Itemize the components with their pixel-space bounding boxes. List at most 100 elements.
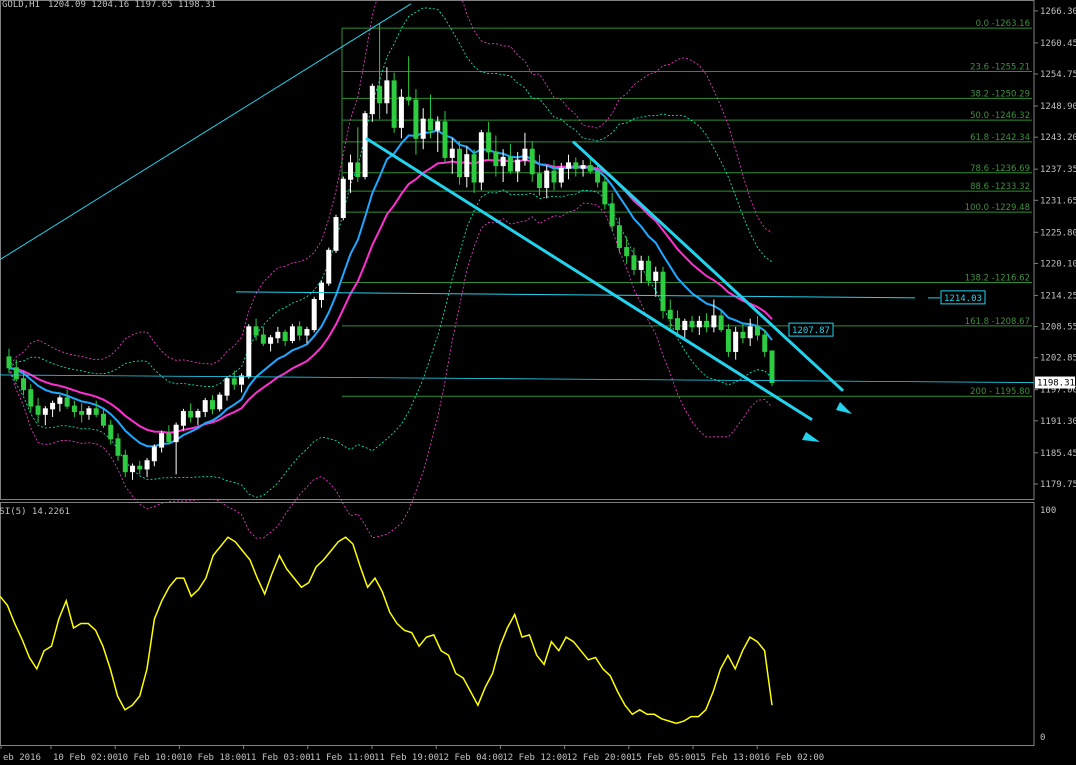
arrowhead-upper [836,402,852,414]
bb-lower-inner [8,189,773,498]
price-tick-label: 1220.10 [1040,259,1076,269]
bear-candle [108,424,114,440]
fib-level-label: 100.0 -1229.48 [965,203,1030,213]
time-tick-label: 16 Feb 02:00 [759,753,824,763]
bear-candle [762,334,768,352]
bull-candle [195,411,201,418]
bull-candle [86,408,92,415]
symbol-label: GOLD,H1 [2,0,40,10]
fib-level-label: 88.6 -1233.32 [970,182,1030,192]
bull-candle [522,148,528,161]
time-tick-label: 15 Feb 05:00 [631,753,696,763]
bull-candle [130,465,136,473]
channel-lower-arrow [365,137,813,422]
time-tick-label: 10 Feb 18:00 [181,753,246,763]
price-tick-label: 1260.45 [1040,39,1076,49]
candlesticks [6,23,775,480]
bear-candle [166,432,172,443]
rsi-line [0,536,773,725]
fib-level-label: 138.2 -1216.62 [965,273,1030,283]
bear-candle [609,203,615,227]
price-tag-label: 1207.87 [792,326,830,336]
bull-candle [202,400,208,413]
bear-candle [427,118,433,131]
price-tick-label: 1237.35 [1040,165,1076,175]
time-tick-label: 10 Feb 10:00 [117,753,182,763]
bull-candle [653,271,659,281]
bear-candle [79,411,85,415]
bear-candle [35,405,41,415]
bear-candle [718,315,724,331]
bear-candle [122,454,128,473]
bull-candle [180,411,186,426]
ohlc-label: 1204.09 1204.16 1197.65 1198.31 [48,0,216,10]
bear-candle [529,148,535,175]
rsi-title: RSI(5) 14.2261 [0,507,70,517]
bear-candle [28,389,34,407]
bull-candle [464,154,470,178]
rsi-tick-label: 100 [1040,506,1056,516]
bear-candle [93,408,99,415]
bull-candle [435,121,441,131]
main-pane-frame [0,0,1035,500]
bear-candle [71,405,77,413]
bull-candle [384,80,390,104]
bull-candle [733,331,739,352]
horizontal-resistance-line [235,291,916,299]
time-tick-label: eb 2016 [3,753,41,763]
fib-level-label: 23.6 -1255.21 [970,63,1030,73]
bear-candle [253,326,259,336]
fib-level-label: 61.8 -1242.34 [970,133,1030,143]
bull-candle [173,424,179,443]
bull-candle [50,402,56,410]
chart-canvas: 0.0 -1263.16 23.6 -1255.21 38.2 -1250.29 50… [0,0,1076,763]
bull-candle [566,162,572,169]
bear-candle [442,121,448,158]
bear-candle [413,99,419,139]
bear-candle [377,85,383,104]
bear-candle [231,378,237,385]
bull-candle [449,148,455,158]
price-tag-label: 1214.03 [944,294,982,304]
bull-candle [711,315,717,328]
rsi-series [0,536,773,725]
bear-candle [282,331,288,342]
bear-candle [493,151,499,167]
bull-candle [268,337,274,344]
price-tick-label: 1185.45 [1040,449,1076,459]
fib-level-label: 0.0 -1263.16 [976,19,1030,29]
bull-candle [638,260,644,270]
bear-candle [209,400,215,410]
bear-candle [100,413,106,426]
bear-candle [704,320,710,328]
bb-upper-inner [8,7,773,388]
bear-candle [355,162,361,178]
bear-candle [616,225,622,249]
bb-upper-outer [8,0,773,369]
bull-candle [515,159,521,172]
bull-candle [318,282,324,301]
price-tick-label: 1266.30 [1040,7,1076,17]
bear-candle [624,247,630,257]
bull-candle [57,397,63,404]
bull-candle [696,320,702,328]
bear-candle [602,181,608,205]
bear-candle [486,132,492,153]
bear-candle [21,378,27,391]
bull-candle [311,299,317,331]
price-tick-label: 1225.80 [1040,228,1076,238]
bear-candle [573,162,579,169]
bull-candle [304,329,310,336]
bear-candle [137,465,143,470]
bull-candle [369,85,375,115]
bear-candle [631,255,637,270]
bear-candle [645,260,651,281]
bear-candle [667,309,673,320]
bull-candle [144,460,150,470]
bull-candle [362,113,368,178]
bull-candle [420,118,426,139]
bear-candle [595,170,601,183]
price-tags: 1214.03 1207.87 1198.31 [788,290,1075,389]
bear-candle [587,165,593,172]
price-tick-label: 1254.75 [1040,70,1076,80]
